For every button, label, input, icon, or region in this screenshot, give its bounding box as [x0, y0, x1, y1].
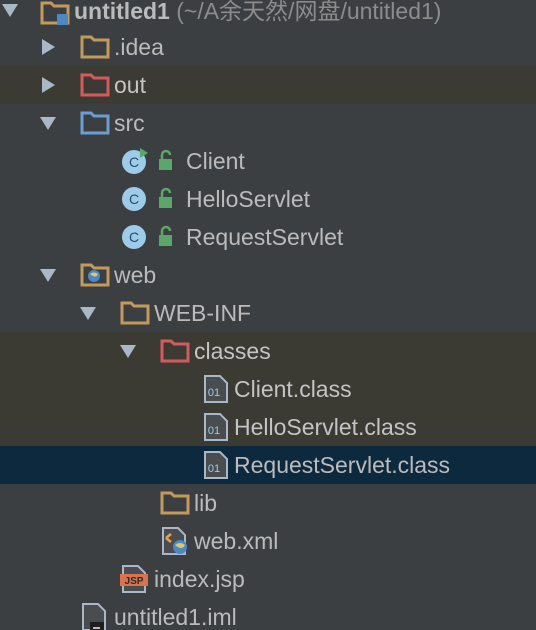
svg-text:C: C [129, 154, 139, 170]
tree-item-label: .idea [114, 34, 164, 60]
project-name: untitled1 [74, 0, 170, 24]
tree-item-label: out [114, 72, 146, 98]
project-path: (~/A余天然/网盘/untitled1) [176, 0, 442, 24]
expand-arrow-icon[interactable] [2, 4, 18, 17]
tree-row-client[interactable]: C Client [0, 142, 536, 180]
tree-row-web[interactable]: web [0, 256, 536, 294]
svg-text:C: C [129, 191, 139, 207]
tree-item-label: Client [186, 148, 245, 174]
project-name-label: untitled1 (~/A余天然/网盘/untitled1) [74, 0, 441, 30]
tree-row-helloservlet-class[interactable]: 01 HelloServlet.class [0, 408, 536, 446]
java-class-icon: C [122, 225, 146, 249]
svg-text:01: 01 [208, 463, 220, 475]
tree-row-src[interactable]: src [0, 104, 536, 142]
compiled-class-file-icon: 01 [204, 413, 228, 441]
tree-item-label: lib [194, 490, 218, 516]
java-class-icon: C [122, 187, 146, 211]
tree-row-iml[interactable]: untitled1.iml [0, 598, 536, 630]
tree-row-idea[interactable]: .idea [0, 28, 536, 66]
tree-item-label: web.xml [194, 528, 279, 554]
tree-row-lib[interactable]: lib [0, 484, 536, 522]
svg-text:01: 01 [208, 425, 220, 437]
excluded-folder-icon [160, 339, 190, 363]
project-tree: untitled1 (~/A余天然/网盘/untitled1) .idea ou… [0, 0, 536, 630]
source-folder-icon [80, 111, 110, 135]
tree-row-helloservlet[interactable]: C HelloServlet [0, 180, 536, 218]
tree-row-index-jsp[interactable]: JSP index.jsp [0, 560, 536, 598]
tree-row-web-xml[interactable]: web.xml [0, 522, 536, 560]
collapsed-arrow-icon[interactable] [42, 39, 55, 55]
tree-item-label: web [114, 262, 157, 288]
svg-text:C: C [129, 229, 139, 245]
tree-row-out[interactable]: out [0, 66, 536, 104]
svg-text:JSP: JSP [125, 576, 144, 587]
compiled-class-file-icon: 01 [204, 375, 228, 403]
tree-item-label: untitled1.iml [114, 604, 237, 630]
iml-file-icon [82, 603, 106, 630]
tree-row-requestservlet[interactable]: C RequestServlet [0, 218, 536, 256]
tree-row-project-root[interactable]: untitled1 (~/A余天然/网盘/untitled1) [0, 0, 536, 30]
tree-item-label: Client.class [234, 376, 352, 402]
expand-arrow-icon[interactable] [40, 117, 56, 130]
compiled-class-file-icon: 01 [204, 451, 228, 479]
tree-row-requestservlet-class[interactable]: 01 RequestServlet.class [0, 446, 536, 484]
folder-icon [80, 35, 110, 59]
web-folder-icon [80, 263, 110, 287]
public-lock-icon [159, 187, 172, 208]
tree-item-label: classes [194, 338, 271, 364]
jsp-file-icon: JSP [120, 565, 148, 593]
collapsed-arrow-icon[interactable] [42, 77, 55, 93]
tree-item-label: RequestServlet [186, 224, 344, 250]
java-class-icon: C [122, 148, 148, 174]
web-xml-file-icon [162, 527, 187, 555]
tree-item-label: RequestServlet.class [234, 452, 451, 478]
folder-icon [120, 301, 150, 325]
tree-item-label: HelloServlet [186, 186, 310, 212]
tree-item-label: index.jsp [154, 566, 245, 592]
public-lock-icon [159, 149, 172, 170]
folder-icon [160, 491, 190, 515]
expand-arrow-icon[interactable] [80, 307, 96, 320]
public-lock-icon [159, 225, 172, 246]
excluded-folder-icon [80, 73, 110, 97]
project-folder-icon [40, 1, 70, 25]
tree-item-label: HelloServlet.class [234, 414, 417, 440]
tree-row-client-class[interactable]: 01 Client.class [0, 370, 536, 408]
tree-row-classes[interactable]: classes [0, 332, 536, 370]
tree-item-label: WEB-INF [154, 300, 252, 326]
svg-text:01: 01 [208, 387, 220, 399]
tree-row-web-inf[interactable]: WEB-INF [0, 294, 536, 332]
expand-arrow-icon[interactable] [120, 345, 136, 358]
tree-item-label: src [114, 110, 145, 136]
expand-arrow-icon[interactable] [40, 269, 56, 282]
